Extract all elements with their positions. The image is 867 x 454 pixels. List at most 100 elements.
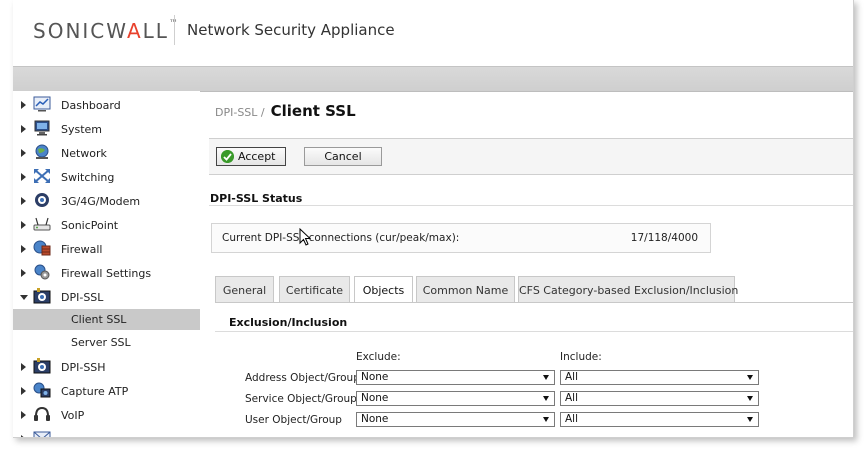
sidebar-item-system[interactable]: System xyxy=(13,119,200,141)
tab-label: Objects xyxy=(362,284,405,297)
cancel-button[interactable]: Cancel xyxy=(304,147,382,166)
select-value: None xyxy=(361,413,389,425)
expand-arrow-icon[interactable] xyxy=(21,435,26,437)
expand-arrow-icon[interactable] xyxy=(21,173,26,181)
top-toolbar-bar xyxy=(13,66,853,92)
logo-text-sonic: SONIC xyxy=(33,19,107,43)
expand-arrow-icon[interactable] xyxy=(21,197,26,205)
address-object-label: Address Object/Group xyxy=(245,372,360,384)
expand-arrow-icon[interactable] xyxy=(21,363,26,371)
service-exclude-select[interactable]: None xyxy=(356,391,555,406)
accept-button[interactable]: Accept xyxy=(216,147,286,166)
tab-label: General xyxy=(222,284,267,297)
include-header: Include: xyxy=(560,351,602,363)
accept-button-label: Accept xyxy=(238,150,276,163)
sidebar-item-label: DPI-SSH xyxy=(61,361,106,374)
sidebar-item-label: Network xyxy=(61,147,107,160)
sidebar-item-label: 3G/4G/Modem xyxy=(61,195,141,208)
sidebar-item-sonicpoint[interactable]: SonicPoint xyxy=(13,215,200,237)
sidebar-item-partial[interactable] xyxy=(13,429,200,437)
status-section-title: DPI-SSL Status xyxy=(210,192,303,205)
firewall-icon xyxy=(33,240,51,256)
expand-arrow-icon[interactable] xyxy=(21,101,26,109)
sidebar-item-firewall-settings[interactable]: Firewall Settings xyxy=(13,263,200,285)
system-monitor-icon xyxy=(34,120,50,136)
switching-icon xyxy=(34,169,50,183)
expand-arrow-icon[interactable] xyxy=(21,387,26,395)
firewall-settings-icon xyxy=(34,264,50,280)
collapse-arrow-icon[interactable] xyxy=(20,295,28,300)
header-divider xyxy=(174,15,175,45)
tab-certificate[interactable]: Certificate xyxy=(279,276,350,302)
tab-cfs-category[interactable]: CFS Category-based Exclusion/Inclusion xyxy=(518,276,739,302)
sidebar-item-label: VoIP xyxy=(61,409,85,422)
service-include-select[interactable]: All xyxy=(560,391,759,406)
sidebar-subitem-label: Client SSL xyxy=(71,313,127,326)
dropdown-arrow-icon xyxy=(543,396,549,401)
sonicwall-logo: SONICWALL™ xyxy=(33,19,178,43)
status-box: Current DPI-SSL connections (cur/peak/ma… xyxy=(211,223,711,253)
sidebar-subitem-server-ssl[interactable]: Server SSL xyxy=(13,332,200,353)
tab-general[interactable]: General xyxy=(215,276,274,302)
expand-arrow-icon[interactable] xyxy=(21,149,26,157)
sidebar-subitem-label: Server SSL xyxy=(71,336,131,349)
sidebar-item-capture-atp[interactable]: Capture ATP xyxy=(13,381,200,403)
sidebar-item-switching[interactable]: Switching xyxy=(13,167,200,189)
sidebar-item-network[interactable]: Network xyxy=(13,143,200,165)
dpi-ssh-icon xyxy=(33,358,51,374)
main-content: DPI-SSL / Client SSL Accept Cancel DPI-SS… xyxy=(201,91,853,437)
sidebar-item-label: System xyxy=(61,123,103,136)
voip-headset-icon xyxy=(34,406,50,421)
mail-icon xyxy=(33,431,51,437)
dropdown-arrow-icon xyxy=(747,396,753,401)
expand-arrow-icon[interactable] xyxy=(21,125,26,133)
expand-arrow-icon[interactable] xyxy=(21,221,26,229)
action-toolbar: Accept Cancel xyxy=(209,139,853,175)
service-object-label: Service Object/Group xyxy=(245,393,357,405)
address-include-select[interactable]: All xyxy=(560,370,759,385)
sidebar-item-label: SonicPoint xyxy=(61,219,119,232)
dropdown-arrow-icon xyxy=(747,375,753,380)
exclusion-section-title: Exclusion/Inclusion xyxy=(229,316,348,329)
sidebar-item-voip[interactable]: VoIP xyxy=(13,405,200,427)
dropdown-arrow-icon xyxy=(543,417,549,422)
capture-atp-icon xyxy=(33,382,51,398)
expand-arrow-icon[interactable] xyxy=(21,245,26,253)
network-globe-icon xyxy=(35,144,49,159)
breadcrumb: DPI-SSL / Client SSL xyxy=(215,101,356,120)
sidebar-item-dashboard[interactable]: Dashboard xyxy=(13,95,200,117)
sidebar-nav: Dashboard System Network Switching 3G/4G… xyxy=(13,91,200,437)
app-title: Network Security Appliance xyxy=(187,21,395,39)
expand-arrow-icon[interactable] xyxy=(21,411,26,419)
tab-label: CFS Category-based Exclusion/Inclusion xyxy=(519,284,739,297)
sidebar-item-dpi-ssl[interactable]: DPI-SSL xyxy=(13,287,200,309)
tab-objects[interactable]: Objects xyxy=(354,276,413,303)
page-title: Client SSL xyxy=(270,102,356,120)
app-header: SONICWALL™ Network Security Appliance xyxy=(13,0,853,66)
sidebar-item-label: Switching xyxy=(61,171,115,184)
select-value: None xyxy=(361,371,389,383)
select-value: All xyxy=(565,413,579,425)
sonicpoint-icon xyxy=(33,217,51,231)
user-include-select[interactable]: All xyxy=(560,412,759,427)
tab-common-name[interactable]: Common Name xyxy=(416,276,515,302)
sidebar-item-firewall[interactable]: Firewall xyxy=(13,239,200,261)
user-exclude-select[interactable]: None xyxy=(356,412,555,427)
sidebar-item-label: Dashboard xyxy=(61,99,121,112)
dashboard-icon xyxy=(33,96,51,112)
breadcrumb-parent[interactable]: DPI-SSL / xyxy=(215,106,265,119)
exclude-header: Exclude: xyxy=(356,351,401,363)
select-value: All xyxy=(565,371,579,383)
mouse-cursor-icon xyxy=(299,228,311,246)
select-value: All xyxy=(565,392,579,404)
address-exclude-select[interactable]: None xyxy=(356,370,555,385)
logo-text-wall: WALL xyxy=(106,19,169,43)
expand-arrow-icon[interactable] xyxy=(21,269,26,277)
tab-label: Certificate xyxy=(285,284,344,297)
sidebar-item-dpi-ssh[interactable]: DPI-SSH xyxy=(13,357,200,379)
tab-label: Common Name xyxy=(422,284,509,297)
sidebar-subitem-client-ssl[interactable]: Client SSL xyxy=(13,309,200,330)
divider xyxy=(215,331,853,332)
check-icon xyxy=(221,150,234,163)
sidebar-item-3g-4g-modem[interactable]: 3G/4G/Modem xyxy=(13,191,200,213)
